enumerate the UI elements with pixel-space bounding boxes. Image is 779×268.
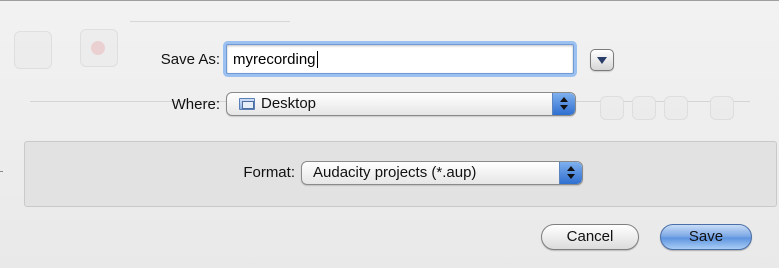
format-accessory-panel: Format: Audacity projects (*.aup) <box>24 141 777 207</box>
where-selected: Desktop <box>261 95 317 112</box>
popup-arrows-icon <box>552 93 575 115</box>
ghost-button <box>14 31 52 69</box>
format-selected: Audacity projects (*.aup) <box>313 164 477 181</box>
format-popup[interactable]: Audacity projects (*.aup) <box>301 161 583 185</box>
where-label: Where: <box>171 96 220 113</box>
format-label: Format: <box>243 164 295 181</box>
folder-icon <box>239 98 255 110</box>
arrow-down-icon <box>560 105 568 110</box>
where-popup[interactable]: Desktop <box>226 92 576 116</box>
arrow-down-icon <box>567 174 575 179</box>
ghost-divider <box>130 21 290 22</box>
save-as-label: Save As: <box>160 51 220 68</box>
arrow-up-icon <box>567 166 575 171</box>
cancel-button[interactable]: Cancel <box>541 224 639 250</box>
disclosure-triangle-icon <box>597 57 607 64</box>
ghost-button <box>600 96 624 120</box>
expand-dialog-button[interactable] <box>590 49 614 71</box>
popup-arrows-icon <box>559 162 582 184</box>
ghost-record-icon <box>91 41 105 55</box>
text-caret <box>316 51 318 68</box>
filename-input[interactable]: myrecording <box>226 44 574 74</box>
save-dialog: Save As: myrecording Where: Desktop Form… <box>0 0 779 268</box>
filename-value: myrecording <box>233 51 316 68</box>
ghost-button <box>80 29 118 67</box>
save-button[interactable]: Save <box>660 224 752 250</box>
ghost-button <box>664 96 688 120</box>
ghost-button <box>632 96 656 120</box>
ghost-button <box>710 96 734 120</box>
edge-mark <box>0 171 3 172</box>
arrow-up-icon <box>560 97 568 102</box>
